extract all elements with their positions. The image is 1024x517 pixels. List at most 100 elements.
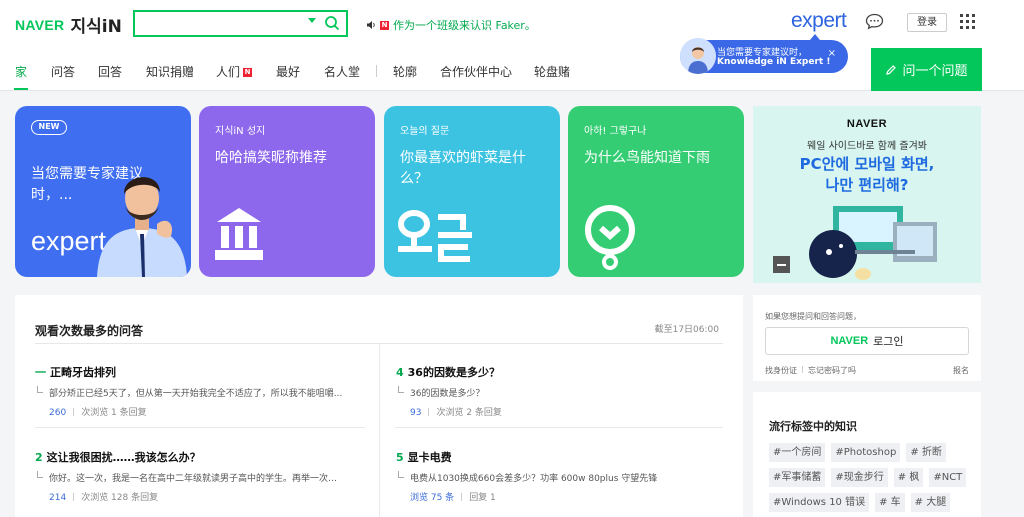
apps-grid-icon[interactable] <box>960 14 975 29</box>
search-icon[interactable] <box>324 15 340 31</box>
nav-item-partner-center[interactable]: 合作伙伴中心 <box>440 63 512 80</box>
find-id-link[interactable]: 找身份证 <box>765 366 797 375</box>
question-rank: 一 <box>35 366 46 379</box>
close-icon[interactable]: × <box>828 48 836 59</box>
login-box: 如果您想提问和回答问题， NAVER 로그인 找身份证 忘记密码了吗 报名 <box>753 295 981 381</box>
column-divider <box>379 344 380 517</box>
question-title[interactable]: 36的因数是多少？ <box>408 366 500 379</box>
active-nav-indicator <box>14 88 28 90</box>
nav-item-best[interactable]: 最好 <box>276 63 300 80</box>
nav-item-home[interactable]: 家 <box>15 63 27 80</box>
tag-chip[interactable]: #NCT <box>929 468 967 487</box>
nav-item-people[interactable]: 人们 N <box>216 63 253 80</box>
view-count: 93 <box>410 408 422 418</box>
question-meta: 93 次浏览 2 条回复 <box>396 405 706 418</box>
expert-avatar <box>680 38 716 74</box>
chevron-down-icon[interactable] <box>308 18 316 23</box>
meta-text: 次浏览 2 条回复 <box>436 408 502 418</box>
expert-logo[interactable]: expert <box>791 9 847 33</box>
whale-ad-banner[interactable]: NAVER 웨일 사이드바로 함께 즐겨봐 PC안에 모바일 화면, 나만 편리… <box>753 106 981 283</box>
kin-holy-land-card[interactable]: 지식iN 성지 哈哈搞笑昵称推荐 <box>199 106 375 277</box>
naver-kin-logo[interactable]: NAVER 지식iN <box>15 12 122 38</box>
question-rank: 4 <box>396 366 404 379</box>
question-item[interactable]: 一正畸牙齿排列 部分矫正已经5天了，但从第一天开始我完全不适应了，所以我不能咀嚼… <box>35 361 345 418</box>
card-tag: 오늘의 질문 <box>400 126 450 137</box>
question-excerpt: 电费从1030换成660会差多少？功率 600w 80plus 守望先锋 <box>396 471 706 484</box>
nav-item-hall-of-fame[interactable]: 名人堂 <box>324 63 360 80</box>
question-excerpt: 部分矫正已经5天了，但从第一天开始我完全不适应了，所以我不能咀嚼... <box>35 386 345 399</box>
naver-login-button[interactable]: NAVER 로그인 <box>765 327 969 355</box>
ask-question-button[interactable]: 问一个问题 <box>871 48 982 91</box>
tag-chip[interactable]: # 大腿 <box>910 493 951 512</box>
question-title[interactable]: 这让我很困扰……我该怎么办？ <box>47 451 201 464</box>
tag-chip[interactable]: #Windows 10 错误 <box>769 493 870 512</box>
register-link[interactable]: 报名 <box>953 365 969 376</box>
nav-item-answer[interactable]: 回答 <box>98 63 122 80</box>
tag-chip[interactable]: #现金步行 <box>831 468 888 487</box>
question-meta: 214 次浏览 128 条回复 <box>35 490 345 503</box>
tooltip-tail <box>810 34 820 40</box>
row-divider <box>395 427 723 428</box>
nav-item-profile[interactable]: 轮廓 <box>393 63 417 80</box>
notice-bar[interactable]: N 作为一个班级来认识 Faker。 <box>366 17 536 33</box>
question-meta: 浏览 75 条 回复 1 <box>396 490 706 503</box>
nav-item-roulette[interactable]: 轮盘赌 <box>534 63 570 80</box>
aha-card[interactable]: 아하! 그렇구나 为什么鸟能知道下雨 <box>568 106 744 277</box>
nav-divider <box>376 65 377 77</box>
new-badge: NEW <box>31 120 67 135</box>
card-title: 你最喜欢的虾菜是什么？ <box>400 150 526 187</box>
nav-item-donation[interactable]: 知识捐赠 <box>146 63 194 80</box>
tag-chip[interactable]: # 车 <box>875 493 905 512</box>
question-meta: 260 次浏览 1 条回复 <box>35 405 345 418</box>
tooltip-line2: Knowledge iN Expert ! <box>717 57 831 67</box>
notice-text[interactable]: 作为一个班级来认识 Faker。 <box>393 17 536 33</box>
question-item[interactable]: 2 这让我很困扰……我该怎么办？ 你好。这一次，我是一名在高中二年级就读男子高中的… <box>35 446 345 503</box>
expert-tooltip[interactable]: 当您需要专家建议时， Knowledge iN Expert ! × <box>680 34 848 74</box>
login-button[interactable]: 登录 <box>907 13 947 32</box>
ad-headline-1: PC안에 모바일 화면, <box>799 155 935 173</box>
find-password-link[interactable]: 忘记密码了吗 <box>808 366 856 375</box>
trending-tags-box: 流行标签中的知识 #一个房间 #Photoshop # 折断 #军事储蓄 #现金… <box>753 392 981 517</box>
top-header: NAVER 지식iN N 作为一个班级来认识 Faker。 expert 登录 <box>0 0 1024 48</box>
card-title: 为什么鸟能知道下雨 <box>584 150 710 166</box>
tag-chip[interactable]: # 枫 <box>893 468 924 487</box>
collapse-ad-button[interactable] <box>773 256 790 273</box>
tag-chip[interactable]: #军事储蓄 <box>769 468 826 487</box>
new-badge: N <box>380 20 389 30</box>
question-title[interactable]: 正畸牙齿排列 <box>50 366 116 379</box>
tags-title: 流行标签中的知识 <box>769 420 857 433</box>
today-glyph-icon <box>398 210 472 262</box>
naver-logo-text: NAVER <box>15 16 65 33</box>
view-count: 260 <box>49 408 67 418</box>
temple-icon <box>215 208 263 260</box>
most-viewed-qa-panel: 观看次数最多的问答 截至17日06:00 一正畸牙齿排列 部分矫正已经5天了，但… <box>15 295 743 517</box>
expert-card[interactable]: NEW 当您需要专家建议时，... expert <box>15 106 191 277</box>
tag-chip[interactable]: #Photoshop <box>831 443 901 462</box>
expert-person-illustration <box>97 177 187 277</box>
meta-text: 次浏览 128 条回复 <box>81 493 159 503</box>
nav-people-label: 人们 <box>216 65 241 79</box>
question-item[interactable]: 4 36的因数是多少？ 36的因数是多少？ 93 次浏览 2 条回复 <box>396 361 706 418</box>
people-new-badge: N <box>243 68 253 77</box>
panel-title: 观看次数最多的问答 <box>35 324 144 338</box>
chat-icon[interactable] <box>865 13 884 30</box>
question-rank: 2 <box>35 451 43 464</box>
account-links: 找身份证 忘记密码了吗 <box>765 365 856 376</box>
question-title[interactable]: 显卡电费 <box>408 451 452 464</box>
naver-login-label: 로그인 <box>873 335 904 348</box>
tag-chip[interactable]: # 折断 <box>906 443 946 462</box>
view-count: 浏览 75 条 <box>410 493 455 503</box>
question-excerpt: 36的因数是多少？ <box>396 386 706 399</box>
question-rank: 5 <box>396 451 404 464</box>
naver-login-brand: NAVER <box>830 335 869 347</box>
lightbulb-icon <box>585 205 635 270</box>
question-item[interactable]: 5 显卡电费 电费从1030换成660会差多少？功率 600w 80plus 守望… <box>396 446 706 503</box>
search-input[interactable] <box>133 10 348 37</box>
ask-question-label: 问一个问题 <box>902 64 968 79</box>
today-question-card[interactable]: 오늘의 질문 你最喜欢的虾菜是什么？ <box>384 106 560 277</box>
pencil-icon <box>886 64 897 75</box>
tag-chip[interactable]: #一个房间 <box>769 443 826 462</box>
nav-item-qa[interactable]: 问答 <box>51 63 75 80</box>
panel-timestamp: 截至17日06:00 <box>654 325 719 335</box>
ad-headline-2: 나만 편리해? <box>825 176 909 194</box>
